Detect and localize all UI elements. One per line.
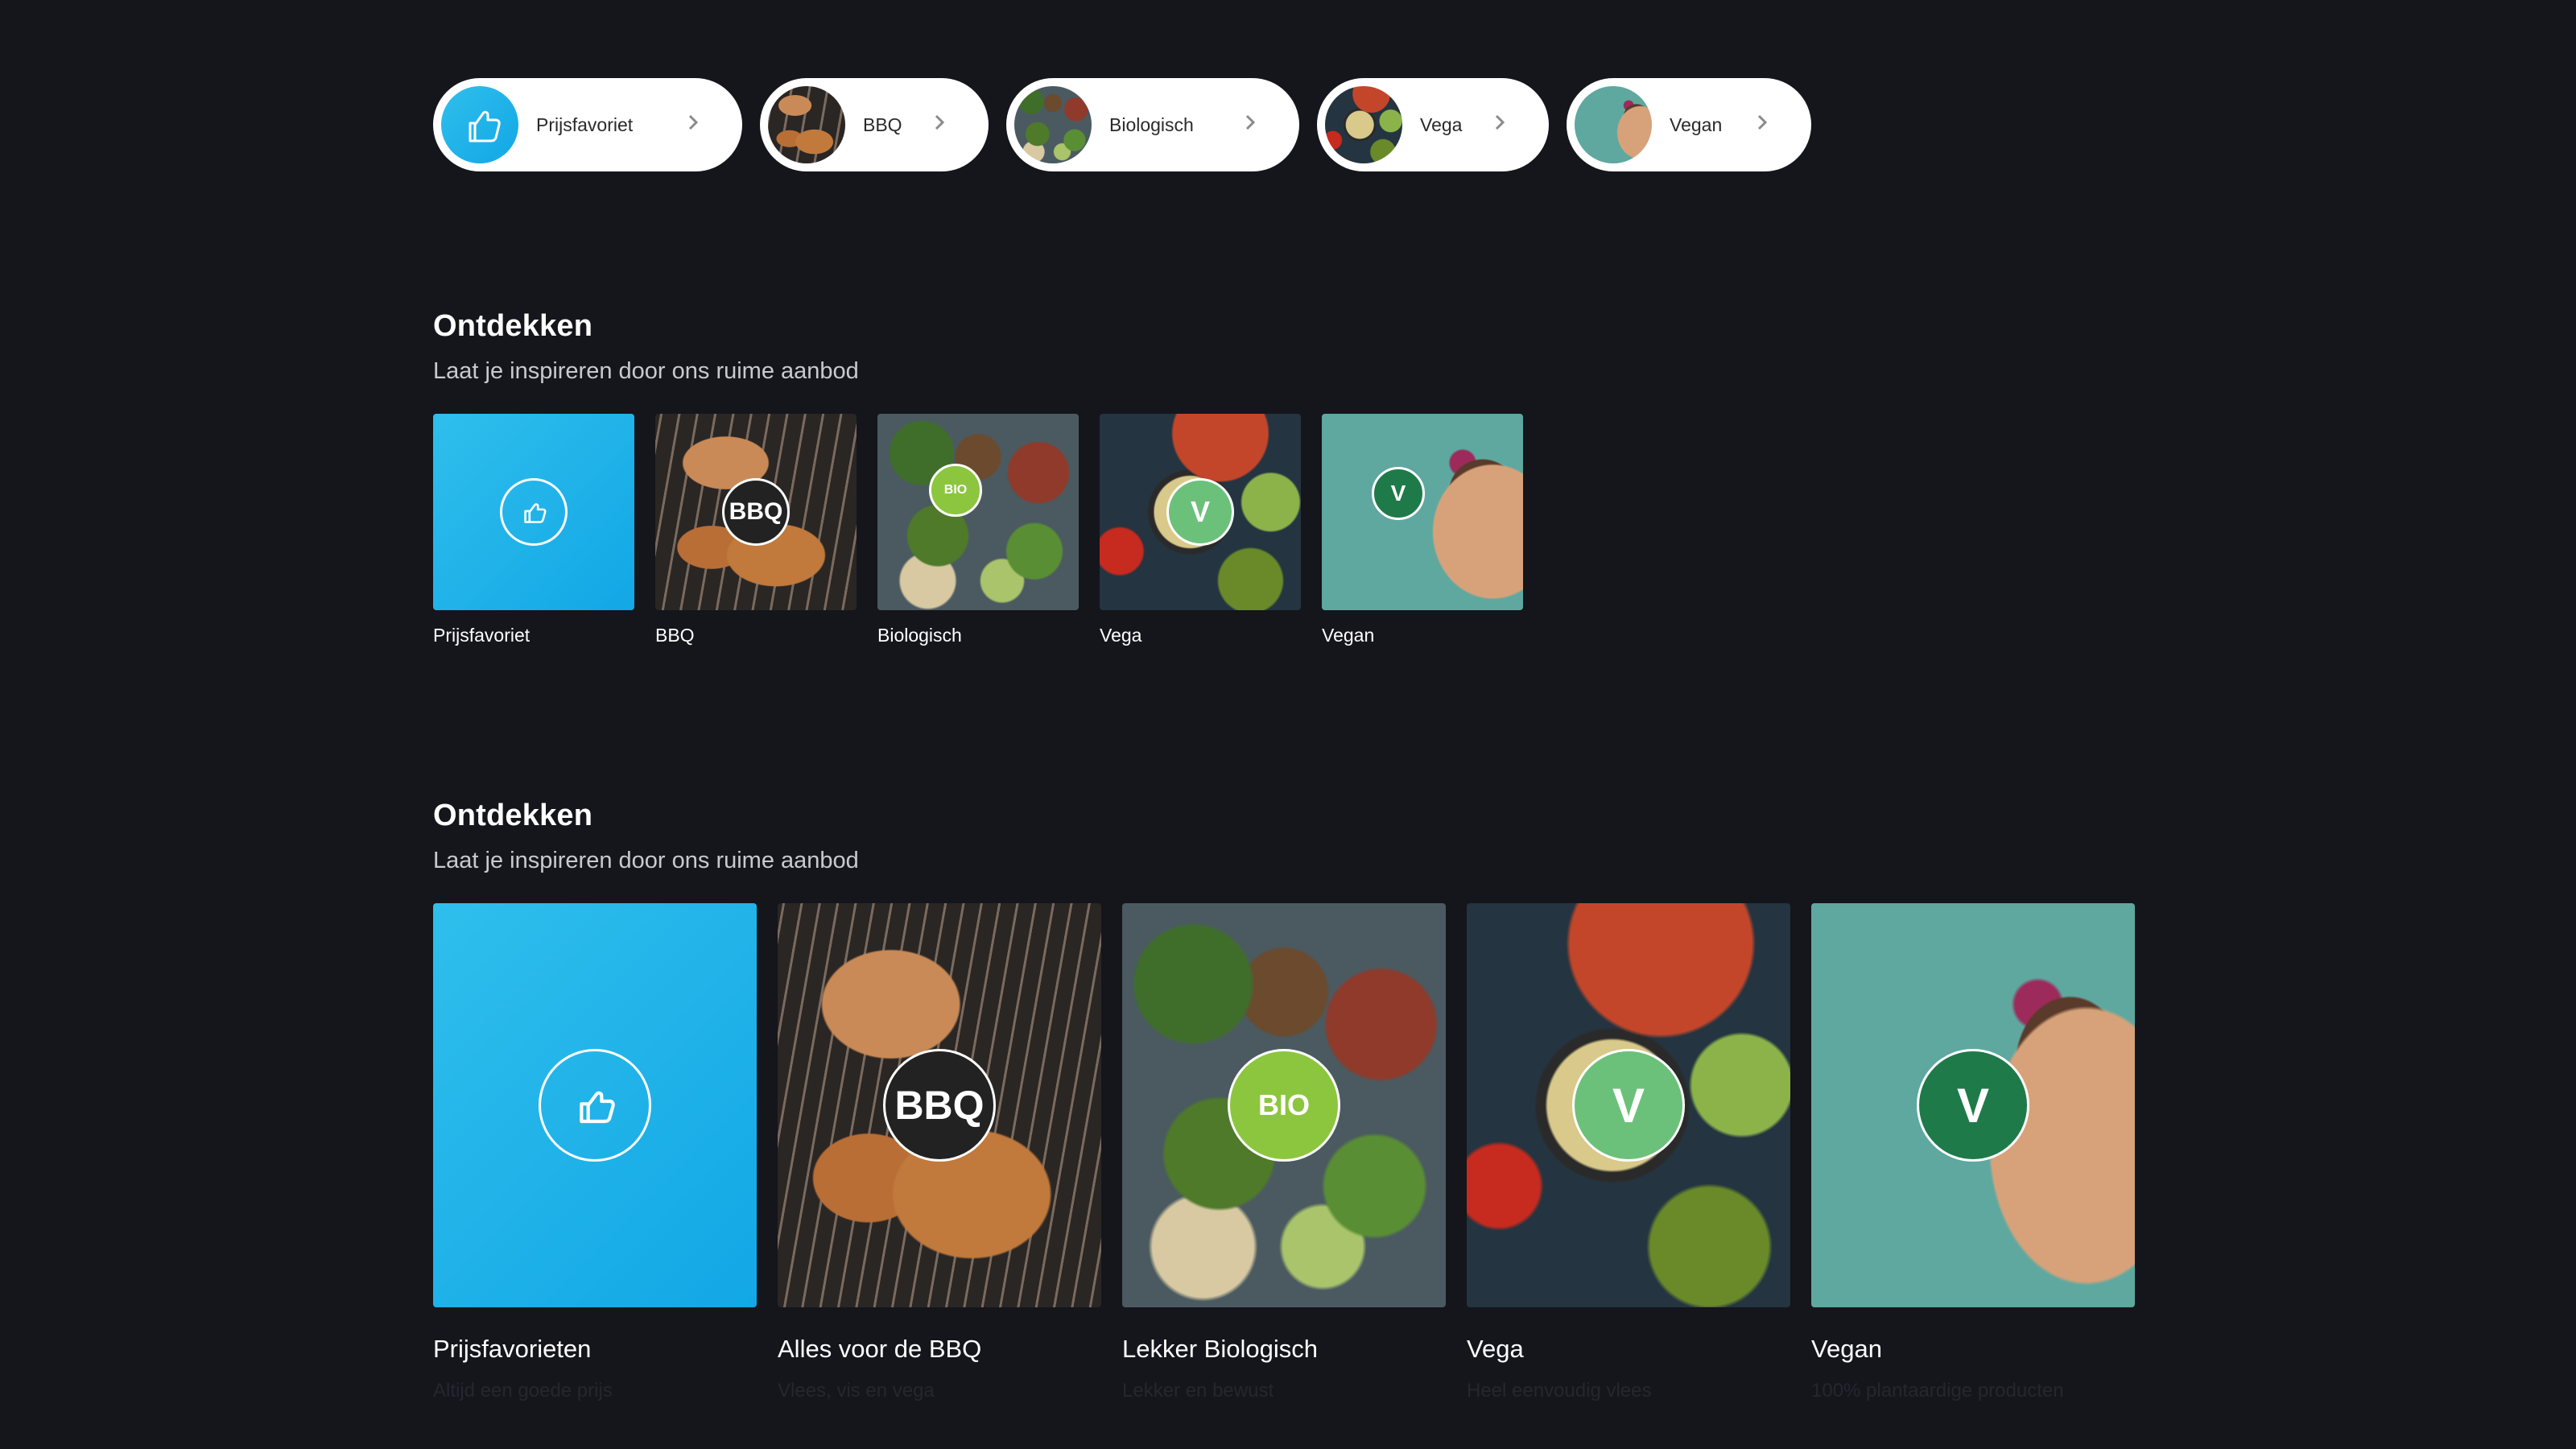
bbq-photo	[768, 86, 845, 163]
card-caption: Vega	[1100, 625, 1142, 646]
section-title: Ontdekken	[433, 799, 593, 832]
card-caption: Vegan	[1322, 625, 1375, 646]
pill-vegan[interactable]: Vegan	[1567, 78, 1811, 171]
pill-label: Prijsfavoriet	[536, 114, 634, 135]
pill-label: BBQ	[863, 114, 902, 135]
thumbs-up-icon	[441, 86, 518, 163]
card-image: BBQ	[655, 414, 857, 610]
chevron-right-icon	[1494, 114, 1505, 136]
category-pills: Prijsfavoriet BBQ Biologisch Vega Vegan	[433, 78, 1811, 171]
card-image	[433, 414, 634, 610]
vega-photo	[1325, 86, 1402, 163]
card-caption: Prijsfavoriet	[433, 625, 530, 646]
vegan-photo	[1575, 86, 1652, 163]
pill-vega[interactable]: Vega	[1317, 78, 1549, 171]
card-caption: Vega	[1467, 1335, 1524, 1363]
bio-badge-icon: BIO	[1228, 1049, 1340, 1162]
thumbs-up-icon	[500, 478, 568, 546]
card-caption: Lekker Biologisch	[1122, 1335, 1318, 1363]
bio-badge-icon: BIO	[929, 464, 982, 517]
card-subcaption: Altijd een goede prijs	[433, 1380, 613, 1402]
card-caption: Alles voor de BBQ	[778, 1335, 982, 1363]
chevron-right-icon	[1245, 114, 1256, 136]
page: Prijsfavoriet BBQ Biologisch Vega Vegan …	[0, 0, 2576, 1449]
chevron-right-icon	[934, 114, 945, 136]
card-subcaption: Vlees, vis en vega	[778, 1380, 935, 1402]
bbq-badge-icon: BBQ	[722, 478, 790, 546]
pill-biologisch[interactable]: Biologisch	[1006, 78, 1299, 171]
pill-prijsfavoriet[interactable]: Prijsfavoriet	[433, 78, 742, 171]
card-vega[interactable]: V Vega	[1100, 414, 1301, 646]
card-image: BIO	[1122, 903, 1446, 1307]
card-image: BIO	[877, 414, 1079, 610]
card-prijsfavoriet[interactable]: Prijsfavoriet	[433, 414, 634, 646]
card-image: BBQ	[778, 903, 1101, 1307]
card-vegan-large[interactable]: V Vegan 100% plantaardige producten	[1811, 903, 2135, 1402]
card-subcaption: Lekker en bewust	[1122, 1380, 1274, 1402]
discover-section-small: Ontdekken Laat je inspireren door ons ru…	[433, 309, 1523, 646]
card-alles-voor-de-bbq[interactable]: BBQ Alles voor de BBQ Vlees, vis en vega	[778, 903, 1101, 1402]
card-caption: BBQ	[655, 625, 695, 646]
card-image: V	[1811, 903, 2135, 1307]
bbq-badge-icon: BBQ	[883, 1049, 996, 1162]
pill-label: Vega	[1420, 114, 1463, 135]
card-caption: Vegan	[1811, 1335, 1882, 1363]
card-vega-large[interactable]: V Vega Heel eenvoudig vlees	[1467, 903, 1790, 1402]
section-subtitle: Laat je inspireren door ons ruime aanbod	[433, 848, 859, 873]
pill-label: Vegan	[1670, 114, 1723, 135]
card-caption: Prijsfavorieten	[433, 1335, 592, 1363]
card-row: Prijsfavoriet BBQ BBQ BIO Biologisch V V…	[433, 414, 1523, 646]
card-biologisch[interactable]: BIO Biologisch	[877, 414, 1079, 646]
vegan-badge-icon: V	[1917, 1049, 2029, 1162]
card-bbq[interactable]: BBQ BBQ	[655, 414, 857, 646]
card-row: Prijsfavorieten Altijd een goede prijs B…	[433, 903, 2135, 1402]
card-vegan[interactable]: V Vegan	[1322, 414, 1523, 646]
vega-badge-icon: V	[1572, 1049, 1685, 1162]
pill-bbq[interactable]: BBQ	[760, 78, 989, 171]
vegan-badge-icon: V	[1372, 467, 1425, 520]
section-title: Ontdekken	[433, 309, 593, 343]
card-caption: Biologisch	[877, 625, 962, 646]
chevron-right-icon	[1757, 114, 1768, 136]
card-subcaption: 100% plantaardige producten	[1811, 1380, 2064, 1402]
card-image: V	[1100, 414, 1301, 610]
card-subcaption: Heel eenvoudig vlees	[1467, 1380, 1652, 1402]
thumbs-up-icon	[539, 1049, 651, 1162]
card-image: V	[1467, 903, 1790, 1307]
card-image	[433, 903, 757, 1307]
card-lekker-biologisch[interactable]: BIO Lekker Biologisch Lekker en bewust	[1122, 903, 1446, 1402]
card-prijsfavorieten[interactable]: Prijsfavorieten Altijd een goede prijs	[433, 903, 757, 1402]
discover-section-large: Ontdekken Laat je inspireren door ons ru…	[433, 799, 2135, 1402]
card-image: V	[1322, 414, 1523, 610]
vega-badge-icon: V	[1166, 478, 1234, 546]
section-subtitle: Laat je inspireren door ons ruime aanbod	[433, 358, 859, 384]
bio-photo	[1014, 86, 1092, 163]
chevron-right-icon	[687, 114, 699, 136]
pill-label: Biologisch	[1109, 114, 1194, 135]
